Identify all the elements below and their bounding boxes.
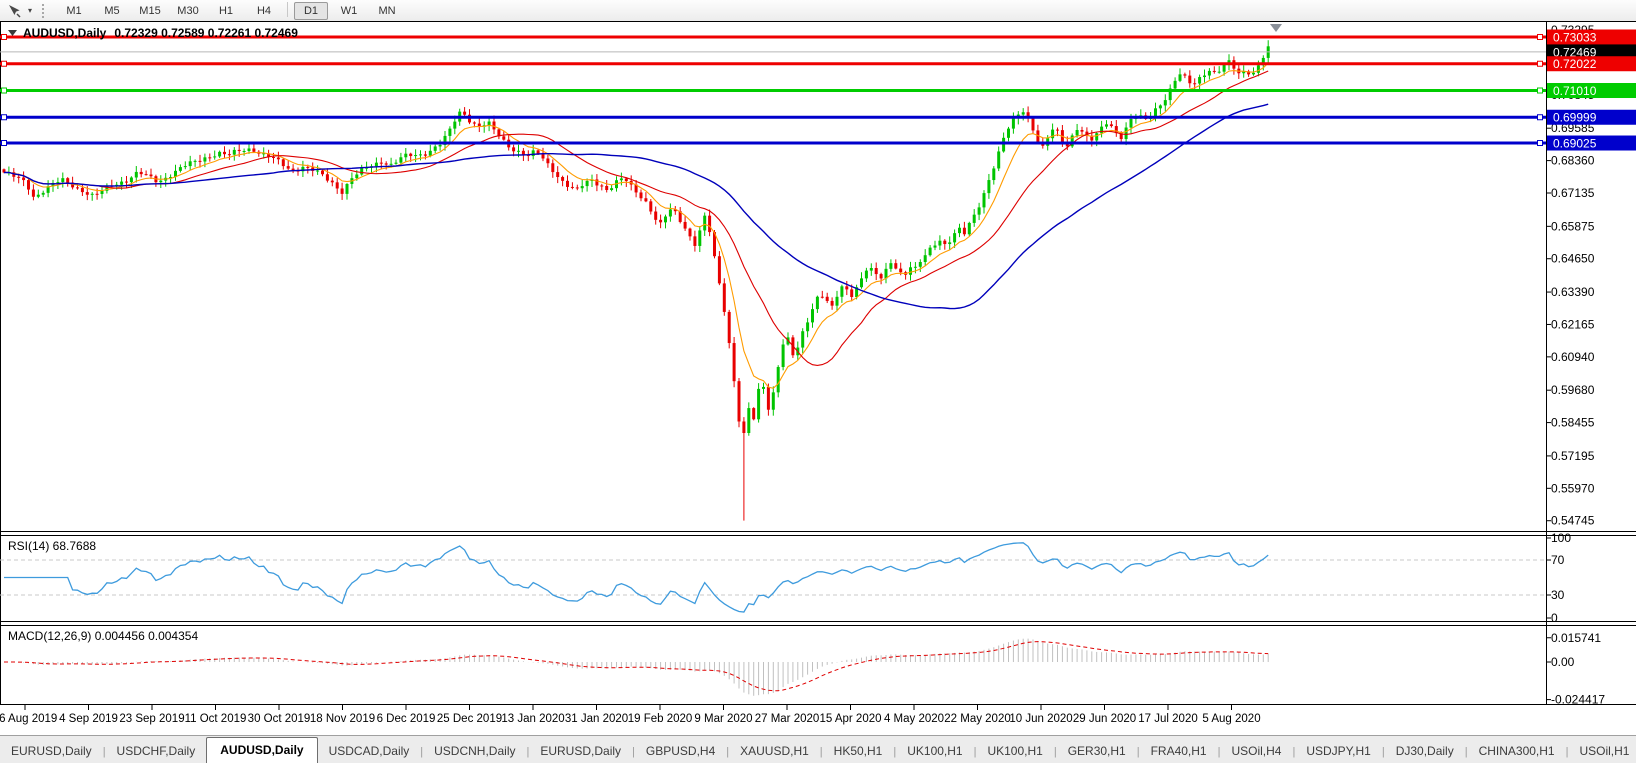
date-tick-label: 31 Jan 2020 — [565, 713, 628, 725]
price-tick: 0.57195 — [1551, 449, 1595, 463]
hline-handle[interactable] — [1537, 60, 1543, 67]
tab-EURUSD-Daily[interactable]: EURUSD,Daily — [0, 739, 103, 763]
price-tick: 0.65875 — [1551, 219, 1595, 233]
moving-average-lines — [3, 62, 1269, 389]
tab-XAUUSD-H1[interactable]: XAUUSD,H1 — [729, 739, 820, 763]
price-tick: 0.60940 — [1551, 350, 1595, 364]
price-tick: 0.58455 — [1551, 416, 1595, 430]
last-bar-marker-icon[interactable] — [1270, 24, 1282, 32]
price-tick: 0.59680 — [1551, 383, 1595, 397]
hline-handle[interactable] — [1, 114, 7, 121]
tab-EURUSD-Daily[interactable]: EURUSD,Daily — [529, 739, 632, 763]
chart-title-collapse-icon[interactable] — [8, 30, 17, 36]
macd-panel: 0.015741 0.00 -0.024417 — [4, 631, 1605, 707]
price-tag-label: 0.69025 — [1553, 137, 1597, 151]
date-tick-label: 6 Dec 2019 — [377, 713, 436, 725]
tab-UK100-H1[interactable]: UK100,H1 — [976, 739, 1053, 763]
macd-axis-label: 0.015741 — [1551, 631, 1601, 645]
price-tick: 0.68360 — [1551, 154, 1595, 168]
rsi-line — [4, 542, 1269, 613]
price-tick: 0.63390 — [1551, 285, 1595, 299]
date-tick-label: 23 Sep 2019 — [119, 713, 184, 725]
chart-tabs: EURUSD,Daily | USDCHF,Daily AUDUSD,Daily USD… — [0, 737, 1636, 763]
price-tick: 0.55970 — [1551, 481, 1595, 495]
price-tag-label: 0.73033 — [1553, 31, 1597, 45]
hline-handle[interactable] — [1537, 87, 1543, 94]
tab-USDJPY-H1[interactable]: USDJPY,H1 — [1295, 739, 1381, 763]
tab-USDCHF-Daily[interactable]: USDCHF,Daily — [106, 739, 207, 763]
hline-handle[interactable] — [1537, 140, 1543, 147]
rsi-level-label: 100 — [1551, 531, 1571, 545]
tab-UK100-H1[interactable]: UK100,H1 — [896, 739, 973, 763]
price-tick: 0.67135 — [1551, 186, 1595, 200]
rsi-level-label: 30 — [1551, 588, 1565, 602]
tab-HK50-H1[interactable]: HK50,H1 — [823, 739, 894, 763]
chart-canvas: 0.732950.708450.695850.683600.671350.658… — [0, 21, 1636, 725]
date-tick-label: 25 Dec 2019 — [437, 713, 502, 725]
tab-DJ30-Daily[interactable]: DJ30,Daily — [1385, 739, 1465, 763]
date-tick-label: 10 Jun 2020 — [1009, 713, 1072, 725]
tab-USDCAD-Daily[interactable]: USDCAD,Daily — [318, 739, 421, 763]
tab-USDCNH-Daily[interactable]: USDCNH,Daily — [423, 739, 526, 763]
tab-GBPUSD-H4[interactable]: GBPUSD,H4 — [635, 739, 726, 763]
ma-fast-line — [3, 62, 1269, 389]
hline-handle[interactable] — [1, 34, 7, 40]
price-tick: 0.54745 — [1551, 514, 1595, 528]
rsi-panel: 100 70 30 0 — [0, 531, 1571, 625]
date-tick-label: 19 Feb 2020 — [628, 713, 693, 725]
candlestick-series — [2, 40, 1270, 521]
date-tick-label: 18 Nov 2019 — [310, 713, 375, 725]
tab-USOil-H1[interactable]: USOil,H1 — [1568, 739, 1636, 763]
date-tick-label: 22 May 2020 — [944, 713, 1011, 725]
date-tick-label: 4 Sep 2019 — [59, 713, 118, 725]
date-tick-label: 16 Aug 2019 — [0, 713, 57, 725]
price-tag-label: 0.69999 — [1553, 111, 1597, 125]
macd-axis-label: 0.00 — [1551, 655, 1575, 669]
macd-label: MACD(12,26,9) 0.004456 0.004354 — [8, 629, 198, 643]
rsi-level-label: 0 — [1551, 611, 1558, 625]
hline-handle[interactable] — [1, 60, 7, 67]
horizontal-line-objects — [0, 34, 1546, 147]
price-axis: 0.732950.708450.695850.683600.671350.658… — [1546, 23, 1636, 528]
tab-FRA40-H1[interactable]: FRA40,H1 — [1140, 739, 1218, 763]
chart-tab-bar: EURUSD,Daily | USDCHF,Daily AUDUSD,Daily USD… — [0, 735, 1636, 763]
date-tick-label: 4 May 2020 — [884, 713, 944, 725]
rsi-label: RSI(14) 68.7688 — [8, 539, 96, 553]
date-tick-label: 13 Jan 2020 — [501, 713, 564, 725]
price-tick: 0.64650 — [1551, 252, 1595, 266]
mt4-window: ▾ M1M5M15M30H1H4D1W1MN 0.732950.708450.6… — [0, 0, 1636, 763]
date-tick-label: 11 Oct 2019 — [185, 713, 247, 725]
price-tag-label: 0.71010 — [1553, 84, 1597, 98]
hline-handle[interactable] — [1537, 34, 1543, 40]
tab-AUDUSD-Daily[interactable]: AUDUSD,Daily — [206, 737, 318, 763]
date-tick-label: 5 Aug 2020 — [1202, 713, 1260, 725]
price-tick: 0.62165 — [1551, 317, 1595, 331]
date-tick-label: 29 Jun 2020 — [1073, 713, 1136, 725]
date-tick-label: 27 Mar 2020 — [755, 713, 820, 725]
date-axis: 16 Aug 20194 Sep 201923 Sep 201911 Oct 2… — [0, 705, 1261, 725]
panel-borders — [0, 21, 1636, 705]
chart-title: AUDUSD,Daily 0.72329 0.72589 0.72261 0.72… — [23, 26, 298, 40]
hline-handle[interactable] — [1, 87, 7, 94]
date-tick-label: 15 Apr 2020 — [819, 713, 881, 725]
date-tick-label: 17 Jul 2020 — [1138, 713, 1197, 725]
tab-USOil-H4[interactable]: USOil,H4 — [1220, 739, 1292, 763]
tab-CHINA300-H1[interactable]: CHINA300,H1 — [1468, 739, 1566, 763]
date-tick-label: 30 Oct 2019 — [248, 713, 311, 725]
hline-handle[interactable] — [1537, 114, 1543, 121]
rsi-level-label: 70 — [1551, 553, 1565, 567]
price-tag-label: 0.72022 — [1553, 57, 1597, 71]
date-tick-label: 9 Mar 2020 — [694, 713, 752, 725]
tab-GER30-H1[interactable]: GER30,H1 — [1057, 739, 1137, 763]
ma-mid-line — [3, 70, 1269, 366]
hline-handle[interactable] — [1, 140, 7, 147]
macd-axis-label: -0.024417 — [1551, 693, 1605, 707]
